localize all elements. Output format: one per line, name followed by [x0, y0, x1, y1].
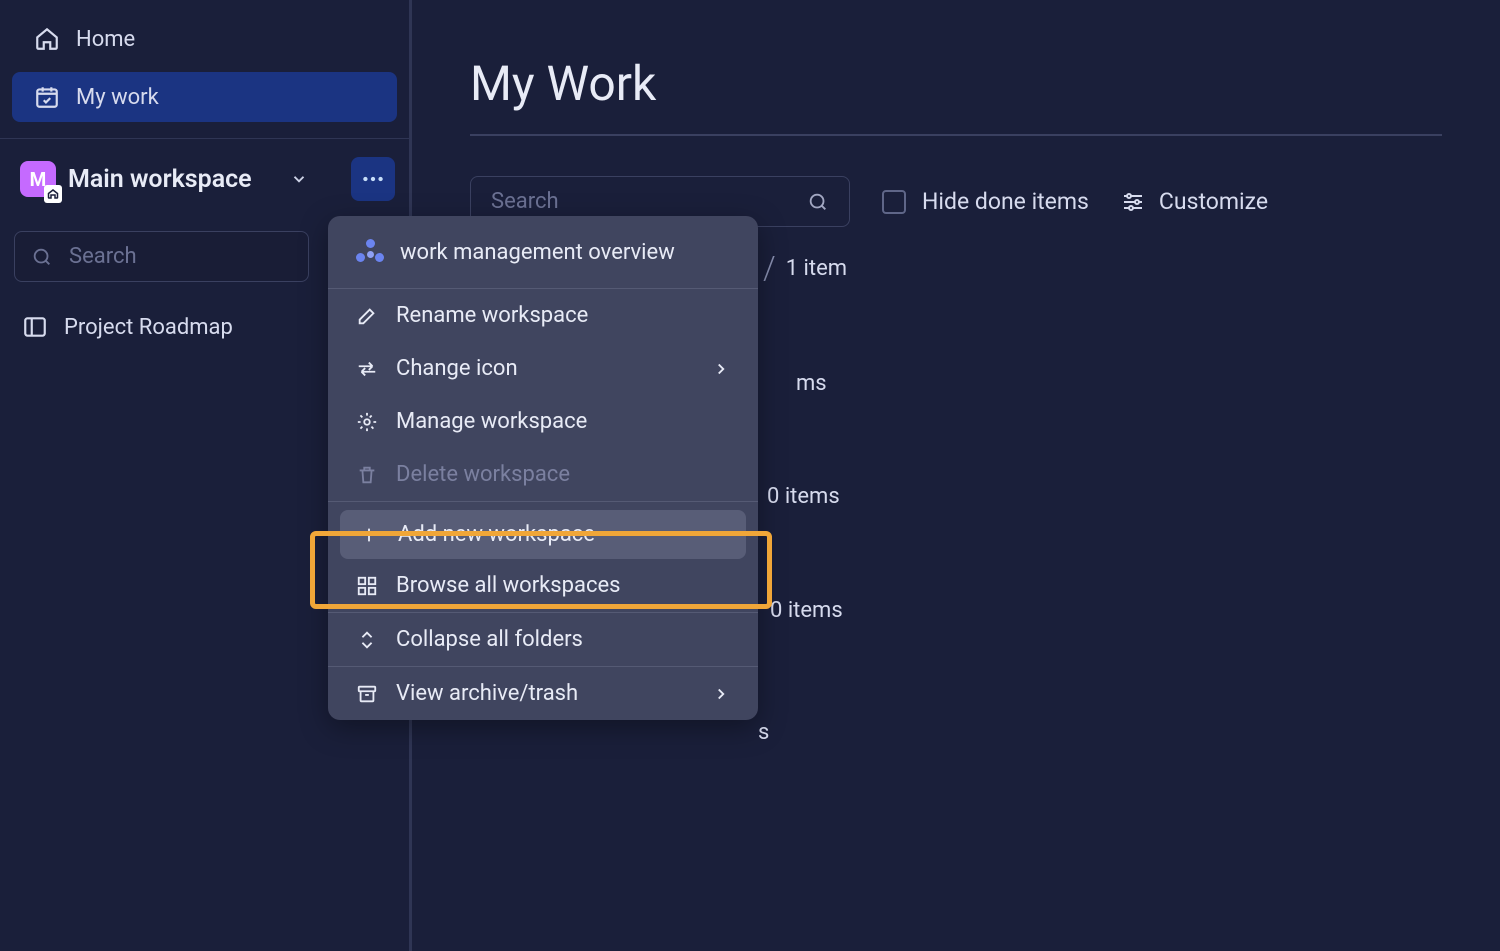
home-overlay-icon — [44, 185, 62, 203]
menu-view-archive[interactable]: View archive/trash — [328, 667, 758, 720]
section-count-3: 0 items — [767, 484, 840, 509]
menu-delete-workspace: Delete workspace — [328, 448, 758, 501]
menu-add-workspace[interactable]: Add new workspace — [340, 510, 746, 559]
menu-overview[interactable]: work management overview — [328, 216, 758, 289]
nav-my-work-label: My work — [76, 85, 159, 110]
menu-manage-workspace[interactable]: Manage workspace — [328, 395, 758, 448]
menu-overview-label: work management overview — [400, 240, 675, 265]
slash-icon: / — [763, 249, 776, 287]
menu-change-icon[interactable]: Change icon — [328, 342, 758, 395]
gear-icon — [356, 411, 378, 433]
section-count-1: / 1 item — [763, 249, 847, 287]
sidebar-item-label: Project Roadmap — [64, 315, 233, 340]
work-management-icon — [356, 238, 384, 266]
sidebar-divider — [0, 138, 409, 139]
menu-browse-workspaces[interactable]: Browse all workspaces — [328, 567, 758, 612]
title-underline — [470, 134, 1442, 136]
chevron-right-icon — [712, 685, 730, 703]
pencil-icon — [356, 305, 378, 327]
search-icon — [807, 191, 829, 213]
trash-icon — [356, 464, 378, 486]
swap-icon — [356, 358, 378, 380]
workspace-badge: M — [20, 161, 56, 197]
search-icon — [31, 246, 53, 268]
customize-button[interactable]: Customize — [1121, 188, 1268, 215]
workspace-selector[interactable]: M Main workspace — [0, 157, 409, 201]
sidebar-search-placeholder: Search — [69, 244, 137, 269]
menu-collapse-folders[interactable]: Collapse all folders — [328, 613, 758, 666]
menu-item-label: Delete workspace — [396, 462, 570, 487]
menu-item-label: Rename workspace — [396, 303, 588, 328]
workspace-menu: work management overview Rename workspac… — [328, 216, 758, 720]
menu-item-label: Add new workspace — [398, 522, 595, 547]
hide-done-label: Hide done items — [922, 188, 1089, 215]
more-horizontal-icon — [360, 166, 386, 192]
main-search-placeholder: Search — [491, 189, 559, 214]
my-work-icon — [34, 84, 60, 110]
sidebar-search[interactable]: Search — [14, 231, 309, 282]
customize-label: Customize — [1159, 188, 1268, 215]
chevron-down-icon — [290, 170, 308, 188]
board-icon — [22, 314, 48, 340]
nav-home-label: Home — [76, 27, 135, 52]
section-count-4: 0 items — [770, 598, 843, 623]
home-icon — [34, 26, 60, 52]
menu-item-label: Browse all workspaces — [396, 573, 621, 598]
chevron-right-icon — [712, 360, 730, 378]
menu-item-label: Manage workspace — [396, 409, 587, 434]
plus-icon — [358, 524, 380, 546]
menu-rename-workspace[interactable]: Rename workspace — [328, 289, 758, 342]
count-text: 1 item — [786, 256, 847, 281]
section-count-2: ms — [796, 371, 827, 396]
menu-item-label: Change icon — [396, 356, 518, 381]
nav-my-work[interactable]: My work — [12, 72, 397, 122]
nav-home[interactable]: Home — [12, 14, 397, 64]
workspace-dropdown[interactable] — [285, 165, 313, 193]
workspace-name: Main workspace — [68, 165, 273, 194]
collapse-icon — [356, 629, 378, 651]
workspace-more-button[interactable] — [351, 157, 395, 201]
section-count-5: s — [758, 720, 769, 745]
menu-item-label: Collapse all folders — [396, 627, 583, 652]
checkbox-icon — [882, 190, 906, 214]
hide-done-checkbox[interactable]: Hide done items — [882, 188, 1089, 215]
page-title: My Work — [470, 55, 1442, 112]
grid-icon — [356, 575, 378, 597]
sliders-icon — [1121, 190, 1145, 214]
menu-item-label: View archive/trash — [396, 681, 578, 706]
archive-icon — [356, 683, 378, 705]
